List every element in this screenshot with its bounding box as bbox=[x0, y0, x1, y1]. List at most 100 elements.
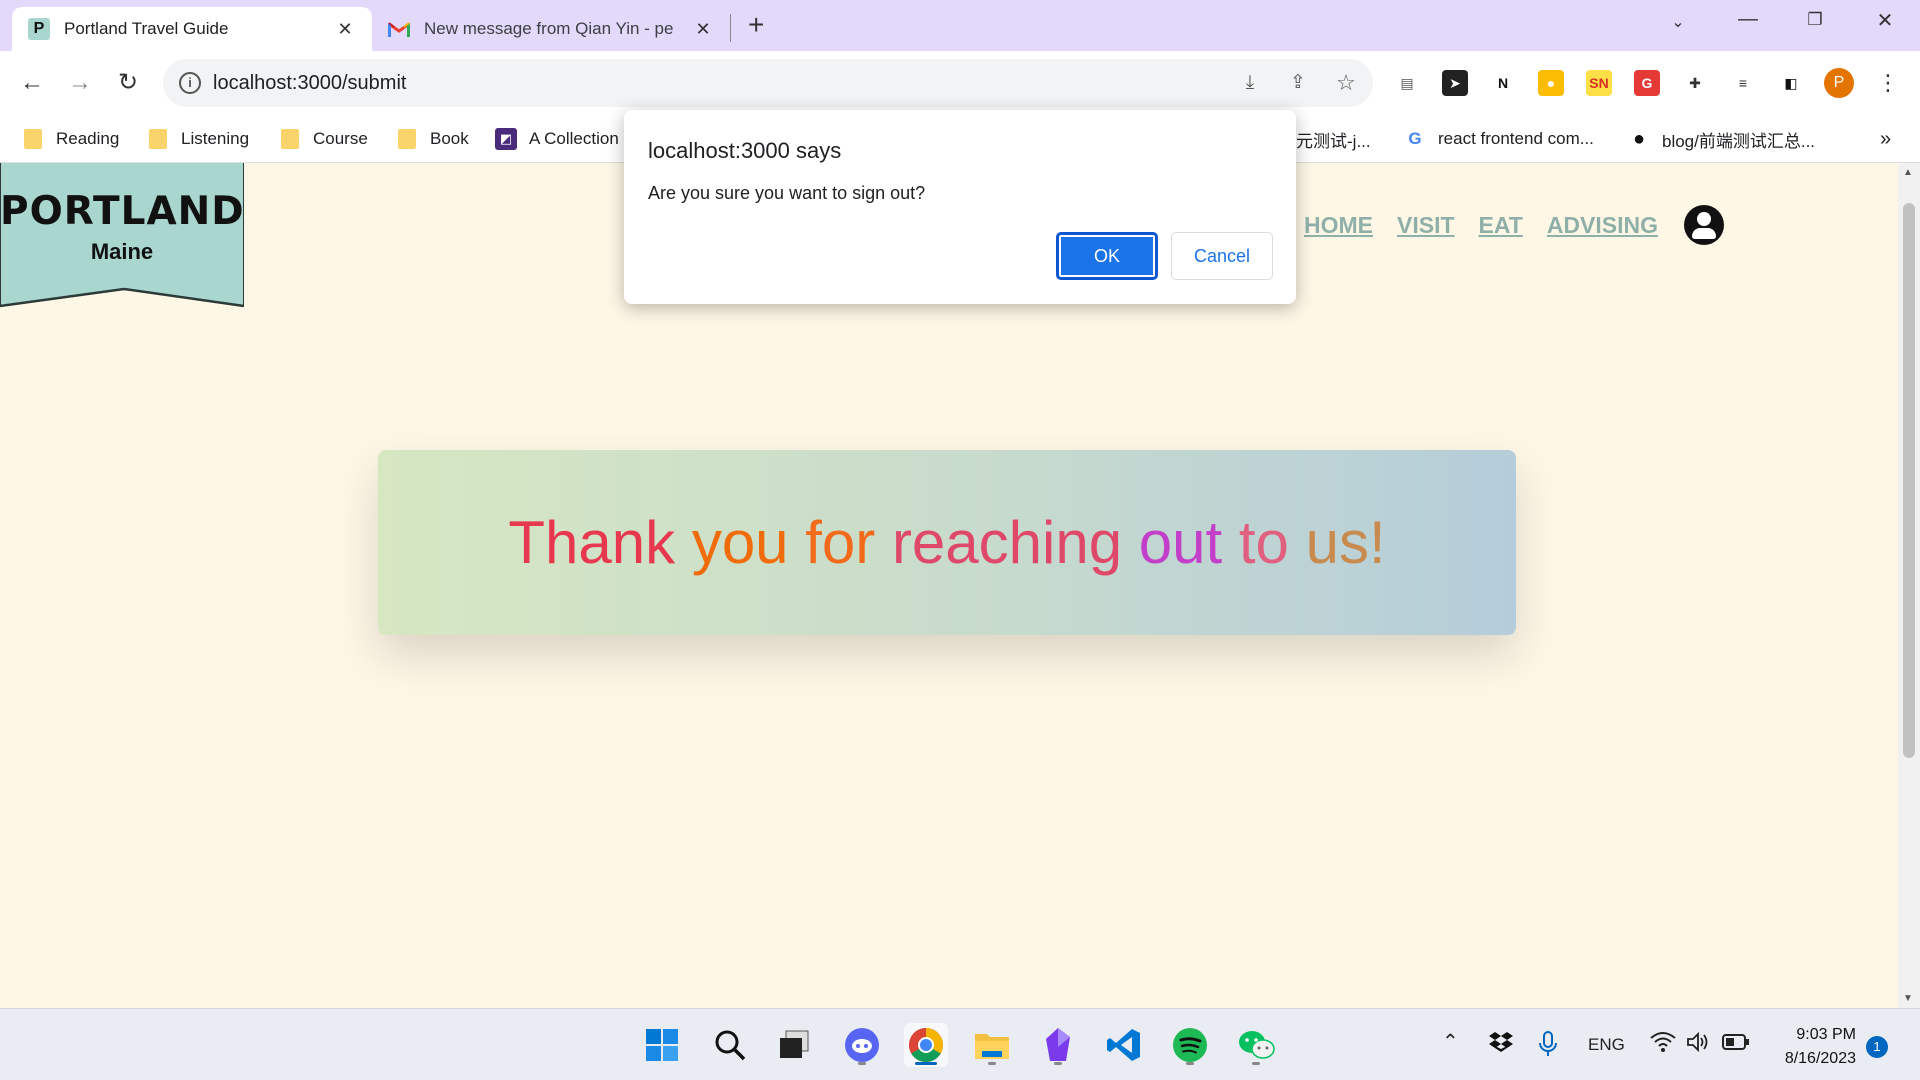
file-explorer-icon[interactable] bbox=[970, 1023, 1014, 1067]
bookmark-folder-course[interactable]: Course bbox=[281, 125, 368, 153]
thank-you-card: Thank you for reaching out to us! bbox=[378, 450, 1516, 635]
logo-title: PORTLAND bbox=[0, 189, 245, 234]
install-app-icon[interactable]: ⤓ bbox=[1237, 70, 1263, 96]
nav-eat[interactable]: EAT bbox=[1479, 212, 1523, 239]
tab-portland-travel-guide[interactable]: P Portland Travel Guide ✕ bbox=[12, 7, 372, 51]
tab-gmail-message[interactable]: New message from Qian Yin - pe ✕ bbox=[372, 7, 730, 51]
ok-button[interactable]: OK bbox=[1056, 232, 1158, 280]
bookmark-react-frontend[interactable]: G react frontend com... bbox=[1404, 125, 1594, 153]
scroll-down-icon[interactable]: ▼ bbox=[1903, 993, 1913, 1004]
bookmark-star-icon[interactable]: ☆ bbox=[1333, 70, 1359, 96]
vscode-icon[interactable] bbox=[1102, 1023, 1146, 1067]
scroll-up-icon[interactable]: ▲ bbox=[1903, 167, 1913, 178]
wechat-icon[interactable] bbox=[1234, 1023, 1278, 1067]
microphone-icon[interactable] bbox=[1538, 1031, 1558, 1062]
portland-favicon-icon: P bbox=[28, 18, 50, 40]
thank-you-message: Thank you for reaching out to us! bbox=[508, 508, 1385, 577]
bookmark-folder-book[interactable]: Book bbox=[398, 125, 469, 153]
url-text[interactable]: localhost:3000/submit bbox=[213, 72, 406, 95]
discord-icon[interactable] bbox=[840, 1023, 884, 1067]
tab-title: New message from Qian Yin - pe bbox=[424, 19, 674, 38]
site-info-icon[interactable]: i bbox=[179, 72, 201, 94]
bookmark-label: Reading bbox=[56, 129, 120, 148]
thank-you-word: out bbox=[1138, 509, 1223, 576]
new-tab-button[interactable]: + bbox=[748, 10, 764, 40]
sidepanel-icon[interactable]: ◧ bbox=[1778, 70, 1804, 96]
bookmark-label: Course bbox=[313, 129, 368, 148]
logo-subtitle: Maine bbox=[90, 239, 154, 264]
page-scrollbar[interactable]: ▲ ▼ bbox=[1898, 163, 1920, 1008]
thank-you-word: Thank bbox=[508, 509, 676, 576]
browser-menu-icon[interactable]: ⋮ bbox=[1872, 67, 1904, 99]
search-icon[interactable] bbox=[708, 1023, 752, 1067]
notification-badge[interactable]: 1 bbox=[1866, 1036, 1888, 1058]
scrollbar-thumb[interactable] bbox=[1903, 203, 1915, 758]
google-favicon-icon: G bbox=[1408, 129, 1422, 148]
task-view-icon[interactable] bbox=[772, 1023, 816, 1067]
bookmark-a-collection[interactable]: ◩ A Collection bbox=[495, 125, 619, 153]
bookmark-unit-test[interactable]: 元测试-j... bbox=[1296, 125, 1371, 153]
nav-visit[interactable]: VISIT bbox=[1397, 212, 1455, 239]
minimize-icon[interactable]: — bbox=[1733, 8, 1763, 31]
sn-icon[interactable]: SN bbox=[1586, 70, 1612, 96]
document-icon[interactable]: ▤ bbox=[1394, 70, 1420, 96]
folder-icon bbox=[398, 129, 416, 149]
folder-icon bbox=[149, 129, 167, 149]
obsidian-icon[interactable] bbox=[1036, 1023, 1080, 1067]
spotify-icon[interactable] bbox=[1168, 1023, 1212, 1067]
dialog-title: localhost:3000 says bbox=[648, 138, 842, 163]
github-favicon-icon: ● bbox=[1632, 127, 1646, 150]
close-tab-icon[interactable]: ✕ bbox=[334, 19, 356, 40]
thank-you-word: for bbox=[805, 509, 876, 576]
browser-toolbar: ← → ↻ i localhost:3000/submit ⤓ ⇪ ☆ ▤ ➤ N ●… bbox=[0, 51, 1920, 115]
dialog-message: Are you sure you want to sign out? bbox=[648, 183, 926, 203]
notion-icon[interactable]: N bbox=[1490, 70, 1516, 96]
playlist-icon[interactable]: ≡ bbox=[1730, 70, 1756, 96]
bookmark-label: Listening bbox=[181, 129, 250, 148]
wifi-icon[interactable] bbox=[1650, 1031, 1676, 1058]
chrome-icon[interactable] bbox=[904, 1023, 948, 1067]
bulb-icon[interactable]: ● bbox=[1538, 70, 1564, 96]
send-icon[interactable]: ➤ bbox=[1442, 70, 1468, 96]
grammarly-icon[interactable]: G bbox=[1634, 70, 1660, 96]
bookmark-label: A Collection bbox=[529, 129, 619, 148]
nav-advising[interactable]: ADVISING bbox=[1547, 212, 1658, 239]
bookmark-folder-listening[interactable]: Listening bbox=[149, 125, 249, 153]
tab-search-chevron-icon[interactable]: ⌄ bbox=[1663, 12, 1693, 32]
show-hidden-icons-chevron-icon[interactable]: ⌃ bbox=[1442, 1029, 1459, 1054]
windows-start-icon[interactable] bbox=[640, 1023, 684, 1067]
address-bar[interactable]: i localhost:3000/submit ⤓ ⇪ ☆ bbox=[163, 59, 1373, 107]
site-logo[interactable]: PORTLAND Maine bbox=[0, 163, 244, 308]
reload-icon[interactable]: ↻ bbox=[112, 67, 144, 99]
language-indicator[interactable]: ENG bbox=[1588, 1035, 1625, 1055]
clock-date: 8/16/2023 bbox=[1784, 1050, 1856, 1067]
nav-home[interactable]: HOME bbox=[1304, 212, 1373, 239]
profile-avatar[interactable]: P bbox=[1824, 68, 1854, 98]
dropbox-icon[interactable] bbox=[1488, 1031, 1514, 1060]
bookmark-label: Book bbox=[430, 129, 469, 148]
share-icon[interactable]: ⇪ bbox=[1285, 70, 1311, 96]
bookmarks-overflow-button[interactable]: » bbox=[1880, 125, 1891, 153]
site-navigation: HOME VISIT EAT ADVISING bbox=[1304, 205, 1724, 245]
collection-favicon-icon: ◩ bbox=[495, 128, 517, 150]
volume-icon[interactable] bbox=[1686, 1031, 1710, 1058]
restore-icon[interactable]: ❐ bbox=[1800, 10, 1830, 30]
tab-strip: P Portland Travel Guide ✕ New message fr… bbox=[0, 0, 1920, 51]
system-clock[interactable]: 9:03 PM 8/16/2023 bbox=[1760, 1023, 1856, 1071]
windows-taskbar: ⌃ ENG 9:03 PM 8/16/2023 1 bbox=[0, 1008, 1920, 1080]
puzzle-icon[interactable]: ✚ bbox=[1682, 70, 1708, 96]
cancel-button[interactable]: Cancel bbox=[1171, 232, 1273, 280]
close-tab-icon[interactable]: ✕ bbox=[692, 19, 714, 40]
account-icon[interactable] bbox=[1684, 205, 1724, 245]
thank-you-word: reaching bbox=[891, 509, 1123, 576]
forward-icon[interactable]: → bbox=[64, 67, 96, 99]
battery-icon[interactable] bbox=[1722, 1033, 1750, 1056]
tab-separator bbox=[730, 14, 731, 42]
close-window-icon[interactable]: ✕ bbox=[1870, 8, 1900, 33]
clock-time: 9:03 PM bbox=[1796, 1026, 1856, 1043]
bookmark-folder-reading[interactable]: Reading bbox=[24, 125, 119, 153]
bookmark-github-blog[interactable]: ● blog/前端测试汇总... bbox=[1628, 125, 1815, 153]
back-icon[interactable]: ← bbox=[16, 67, 48, 99]
confirm-dialog: localhost:3000 says Are you sure you wan… bbox=[624, 110, 1296, 304]
thank-you-word: to bbox=[1238, 509, 1289, 576]
